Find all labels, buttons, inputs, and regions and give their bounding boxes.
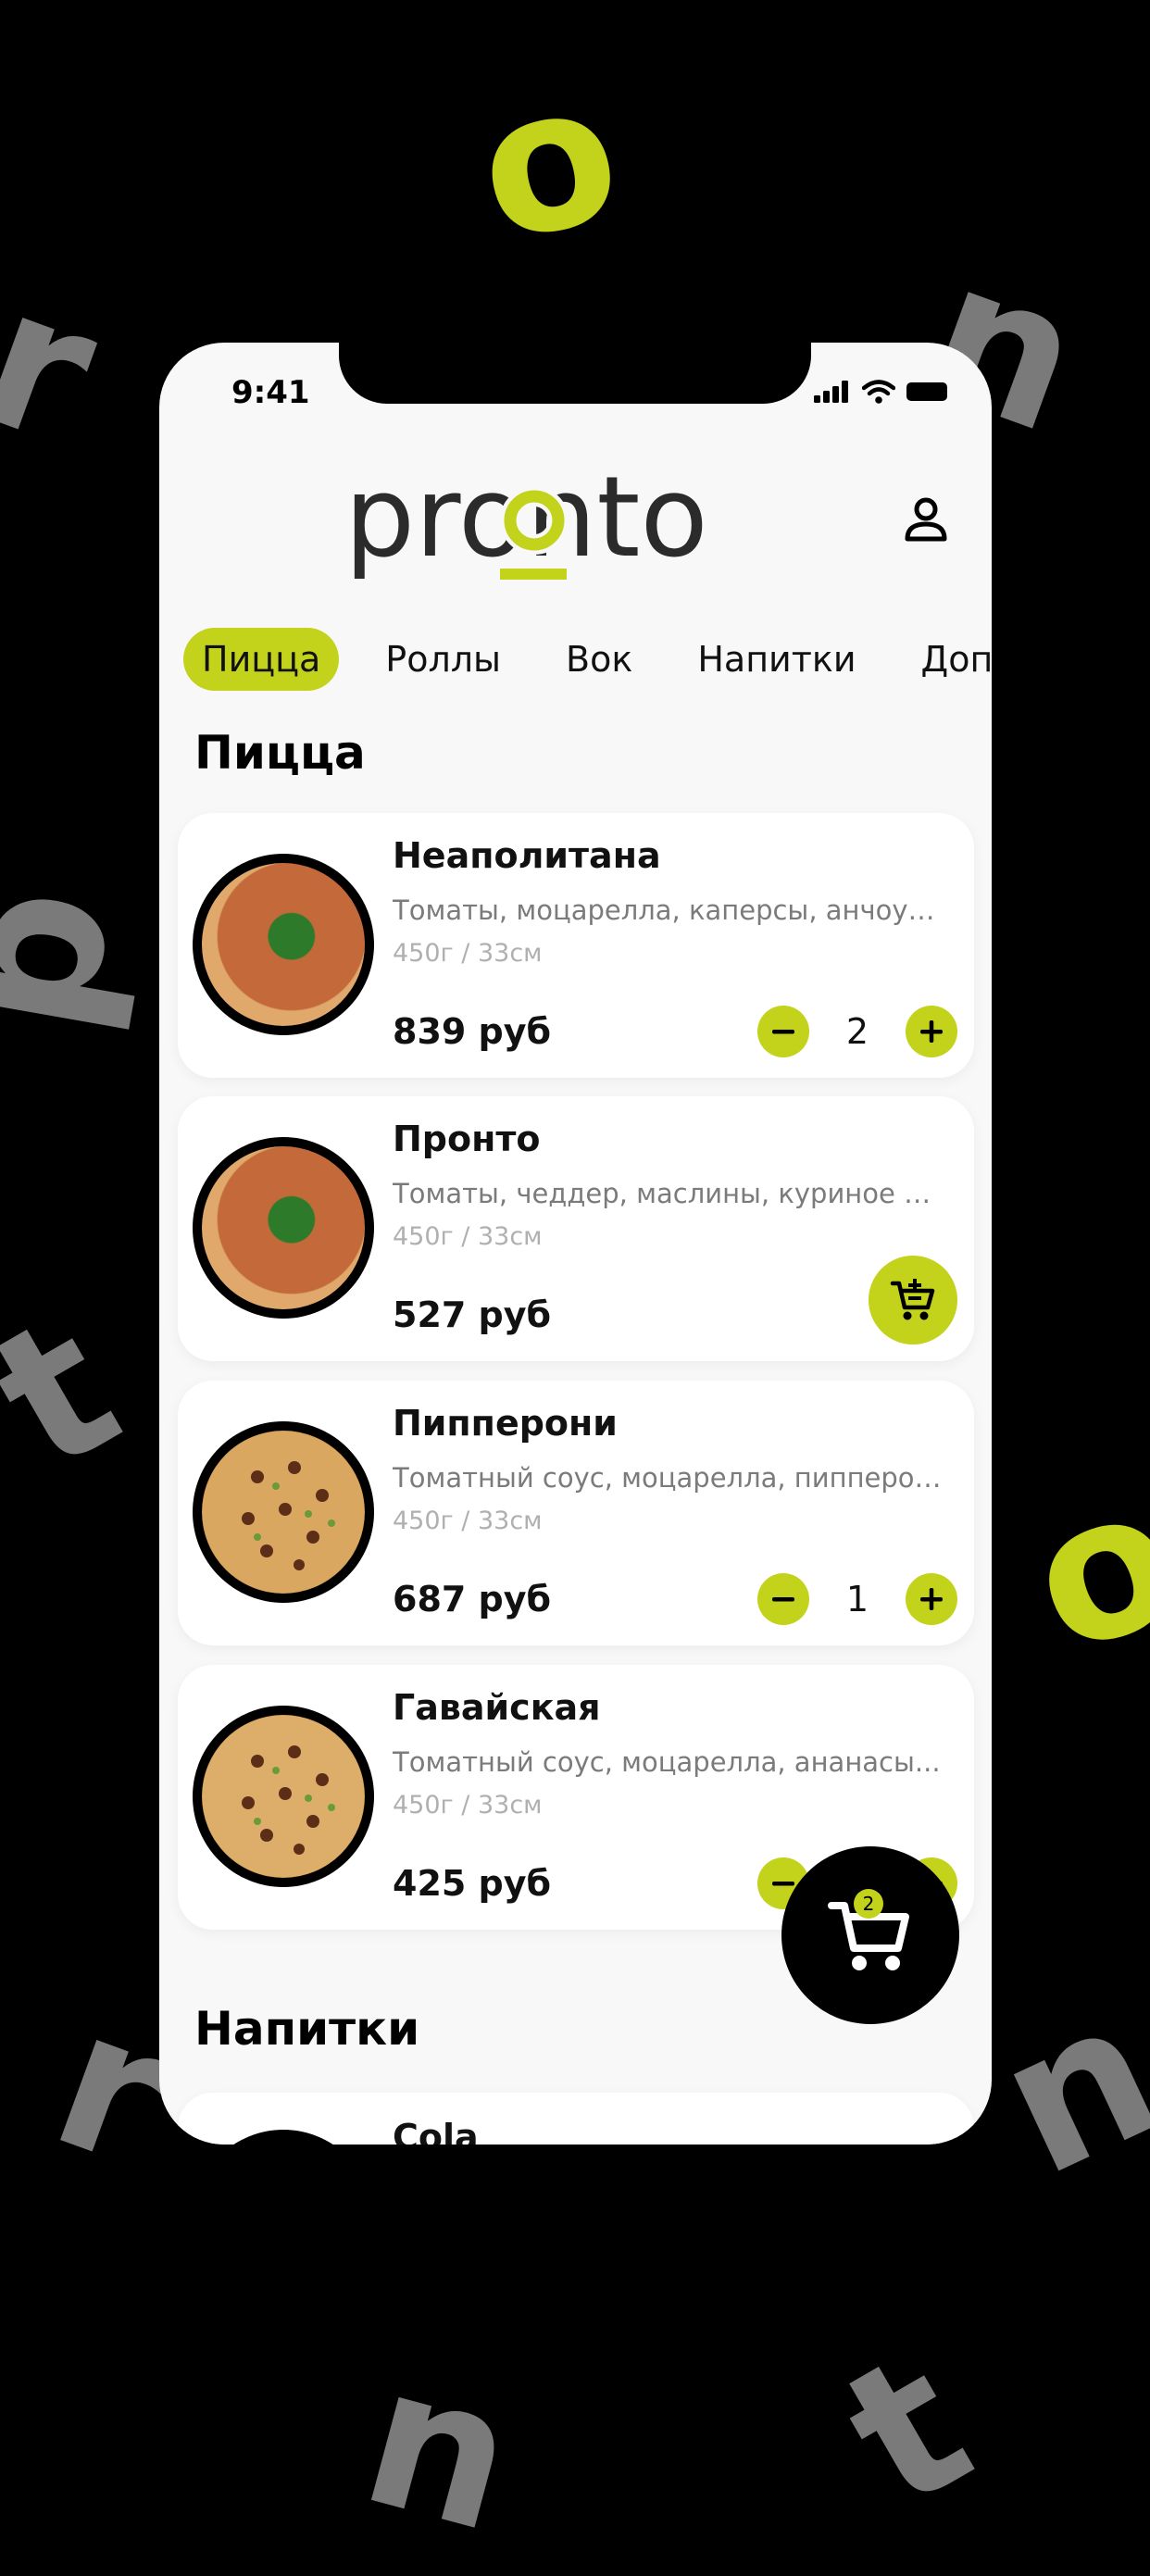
phone-screen: 9:41 pronto Пицца Роллы Вок Напитки Допо… (159, 343, 992, 2145)
notch (339, 343, 811, 404)
product-weight: 450г / 33см (393, 1791, 543, 1819)
product-weight: 450г / 33см (393, 939, 543, 968)
product-description: Томаты, чеддер, маслины, куриное филе,..… (393, 1178, 948, 1209)
decor-letter: n (343, 2320, 536, 2576)
decor-letter: n (968, 1955, 1150, 2220)
product-price: 425 руб (393, 1863, 552, 1904)
category-tabs: Пицца Роллы Вок Напитки Допол (183, 628, 992, 691)
product-card[interactable]: Неаполитана Томаты, моцарелла, каперсы, … (178, 813, 974, 1078)
product-name: Гавайская (393, 1687, 601, 1728)
signal-icon (814, 381, 848, 403)
product-card[interactable]: Пипперони Томатный соус, моцарелла, пипп… (178, 1381, 974, 1645)
decor-letter: o (1002, 1439, 1150, 1699)
pronto-logo: pronto (344, 463, 708, 582)
add-to-cart-button[interactable] (869, 1256, 957, 1344)
decrease-button[interactable] (757, 1573, 809, 1625)
decor-letter: r (0, 242, 123, 489)
decor-letter: t (0, 1271, 153, 1515)
cart-plus-icon (890, 1279, 935, 1320)
tab-drinks[interactable]: Напитки (679, 628, 874, 691)
product-price: 527 руб (393, 1294, 552, 1335)
product-card[interactable]: Cola (178, 2093, 974, 2145)
product-card[interactable]: Пронто Томаты, чеддер, маслины, куриное … (178, 1096, 974, 1361)
quantity-stepper: 1 (757, 1573, 957, 1625)
product-description: Томаты, моцарелла, каперсы, анчоусы... (393, 894, 948, 926)
product-name: Пронто (393, 1119, 541, 1159)
product-image (193, 1706, 374, 1887)
plus-icon (920, 1020, 943, 1043)
section-title-drinks: Напитки (194, 2002, 420, 2056)
product-description: Томатный соус, моцарелла, пипперони (393, 1462, 948, 1494)
product-name: Cola (393, 2117, 479, 2145)
increase-button[interactable] (906, 1006, 957, 1057)
product-image (193, 2130, 374, 2145)
decor-letter: o (459, 36, 638, 287)
product-description: Томатный соус, моцарелла, ананасы... (393, 1746, 941, 1778)
section-title-pizza: Пицца (194, 726, 366, 780)
quantity-value: 1 (845, 1579, 869, 1619)
quantity-stepper: 2 (757, 1006, 957, 1057)
battery-icon (906, 382, 947, 401)
status-time: 9:41 (231, 374, 310, 411)
product-weight: 450г / 33см (393, 1507, 543, 1535)
product-image (193, 1137, 374, 1319)
cart-count-badge: 2 (854, 1889, 883, 1919)
minus-icon (772, 1597, 794, 1602)
wifi-icon (862, 380, 895, 404)
tab-extras[interactable]: Допол (903, 628, 992, 691)
user-icon[interactable] (904, 496, 948, 544)
product-price: 687 руб (393, 1579, 552, 1619)
decor-letter: p (0, 869, 156, 1047)
cart-button[interactable]: 2 (781, 1846, 959, 2024)
decrease-button[interactable] (757, 1006, 809, 1057)
minus-icon (772, 1030, 794, 1034)
quantity-value: 2 (845, 1011, 869, 1052)
product-image (193, 854, 374, 1035)
plus-icon (920, 1588, 943, 1610)
status-icons (814, 380, 951, 404)
tab-wok[interactable]: Вок (547, 628, 651, 691)
tab-rolls[interactable]: Роллы (367, 628, 519, 691)
product-weight: 450г / 33см (393, 1222, 543, 1251)
product-name: Пипперони (393, 1403, 618, 1444)
product-image (193, 1421, 374, 1603)
tab-pizza[interactable]: Пицца (183, 628, 340, 691)
increase-button[interactable] (906, 1573, 957, 1625)
product-name: Неаполитана (393, 835, 661, 876)
logo-text: pronto (344, 463, 708, 582)
decor-letter: t (810, 2308, 1005, 2552)
product-price: 839 руб (393, 1011, 552, 1052)
